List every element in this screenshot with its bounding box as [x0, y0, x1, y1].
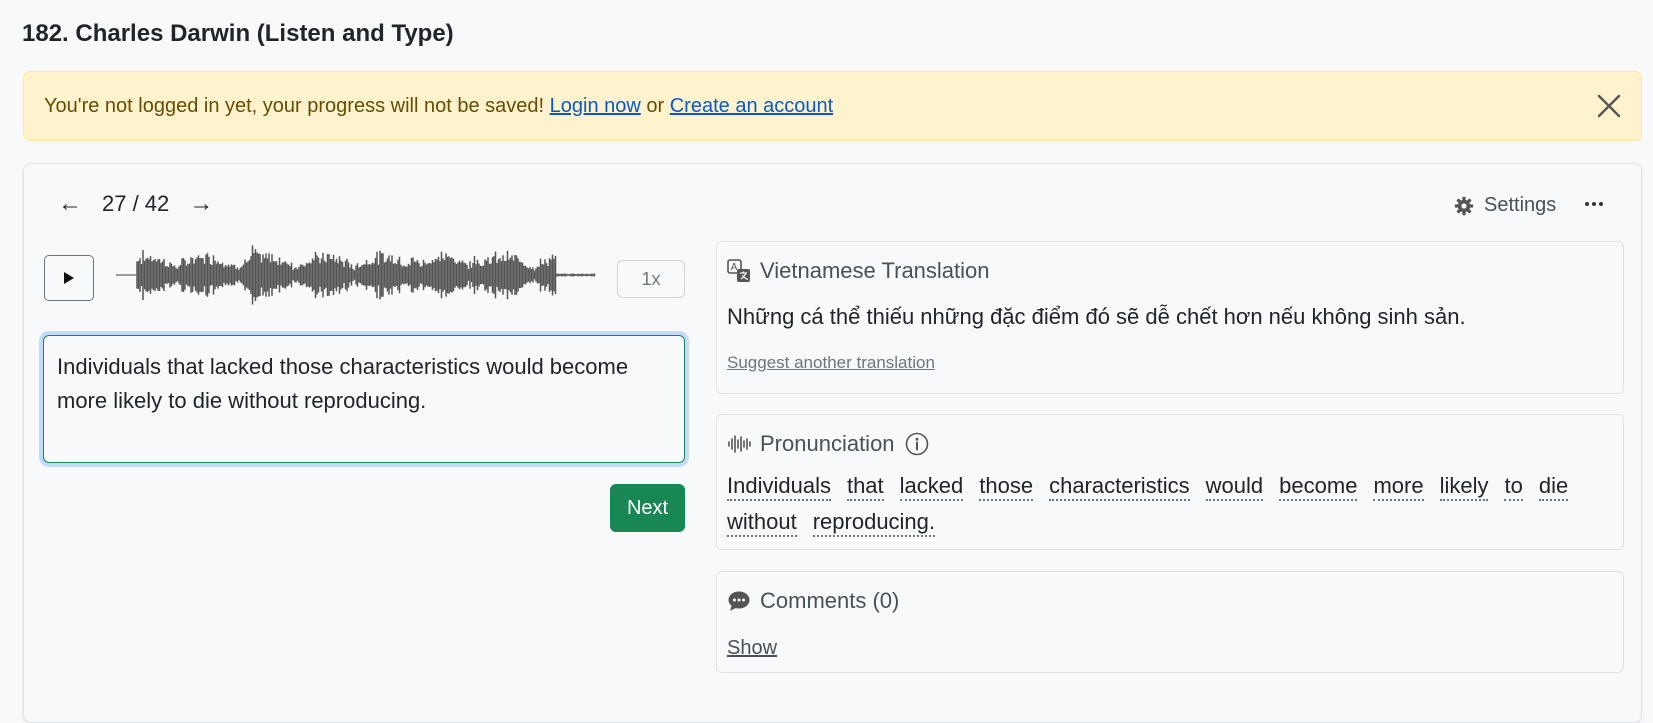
- speech-bubble-icon: [728, 591, 750, 611]
- show-comments-link[interactable]: Show: [727, 637, 777, 660]
- pronunciation-word[interactable]: die: [1538, 473, 1569, 501]
- soundwave-icon: [728, 435, 751, 453]
- playback-speed-button[interactable]: 1x: [617, 260, 685, 298]
- gear-icon: [1454, 196, 1474, 215]
- login-link[interactable]: Login now: [550, 95, 641, 118]
- pronunciation-word[interactable]: likely: [1439, 473, 1489, 501]
- pronunciation-word[interactable]: that: [846, 473, 884, 501]
- pronunciation-word[interactable]: characteristics: [1049, 473, 1190, 501]
- translation-panel: A Vietnamese Translation Những cá thể th…: [716, 241, 1624, 394]
- page-title: 182. Charles Darwin (Listen and Type): [22, 20, 454, 47]
- exercise-card: ← 27 / 42 → Settings 1x Individuals that…: [23, 163, 1642, 723]
- pronunciation-word[interactable]: would: [1205, 473, 1264, 501]
- translate-icon: A: [727, 259, 750, 282]
- pronunciation-word[interactable]: reproducing.: [812, 509, 936, 537]
- login-warning-alert: You're not logged in yet, your progress …: [23, 71, 1642, 141]
- settings-label: Settings: [1484, 194, 1557, 216]
- previous-arrow-icon[interactable]: ←: [52, 190, 88, 218]
- info-icon[interactable]: [905, 432, 929, 456]
- alert-message: You're not logged in yet, your progress …: [44, 94, 545, 117]
- pronunciation-word[interactable]: to: [1504, 473, 1523, 501]
- sentence-counter: 27 / 42: [102, 191, 170, 216]
- pronunciation-word[interactable]: become: [1279, 473, 1358, 501]
- alert-or-text: or: [646, 94, 665, 117]
- audio-waveform[interactable]: [116, 242, 596, 308]
- answer-input[interactable]: [43, 335, 685, 463]
- pronunciation-heading-label: Pronunciation: [760, 431, 895, 456]
- pronunciation-words: Individuals that lacked those characteri…: [727, 473, 1607, 545]
- pronunciation-word[interactable]: without: [727, 509, 797, 537]
- comments-panel: Comments (0) Show: [716, 571, 1624, 673]
- pronunciation-panel: Pronunciation Individuals that lacked th…: [716, 414, 1624, 550]
- pronunciation-heading: Pronunciation: [727, 431, 929, 457]
- play-button[interactable]: [44, 255, 94, 301]
- close-icon[interactable]: [1595, 92, 1623, 120]
- settings-button[interactable]: Settings: [1454, 194, 1556, 217]
- pronunciation-word[interactable]: those: [979, 473, 1034, 501]
- create-account-link[interactable]: Create an account: [670, 95, 833, 118]
- sentence-navigation: ← 27 / 42 →: [52, 190, 219, 218]
- translation-heading-label: Vietnamese Translation: [760, 258, 990, 283]
- translation-heading: A Vietnamese Translation: [727, 258, 990, 284]
- svg-text:A: A: [731, 262, 738, 273]
- comments-heading-label: Comments (0): [760, 588, 900, 613]
- pronunciation-word[interactable]: Individuals: [727, 473, 831, 501]
- comments-heading: Comments (0): [727, 588, 899, 614]
- translation-text: Những cá thể thiếu những đặc điểm đó sẽ …: [727, 304, 1466, 329]
- next-button[interactable]: Next: [610, 484, 685, 532]
- pronunciation-word[interactable]: lacked: [899, 473, 964, 501]
- next-arrow-icon[interactable]: →: [183, 190, 219, 218]
- more-options-icon[interactable]: [1584, 194, 1604, 219]
- play-icon: [64, 272, 74, 284]
- suggest-translation-link[interactable]: Suggest another translation: [727, 353, 935, 373]
- pronunciation-word[interactable]: more: [1373, 473, 1424, 501]
